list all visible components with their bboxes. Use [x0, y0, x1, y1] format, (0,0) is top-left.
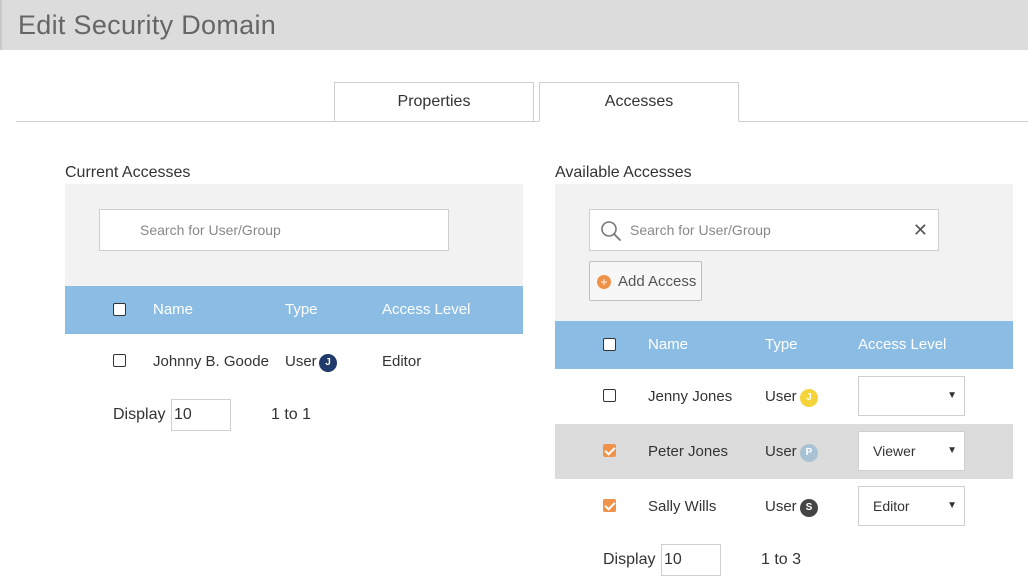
- table-row: Jenny Jones User J ▼: [555, 369, 1013, 424]
- available-col-access-level: Access Level: [858, 336, 947, 353]
- user-avatar-badge: P: [800, 444, 818, 462]
- row-type: User: [765, 498, 797, 515]
- available-search-box: ✕: [589, 209, 939, 251]
- dropdown-arrow-icon: ▼: [947, 445, 957, 456]
- available-range-text: 1 to 3: [761, 551, 802, 568]
- current-accesses-title: Current Accesses: [65, 164, 191, 181]
- current-col-name: Name: [153, 301, 194, 318]
- page-header: Edit Security Domain: [0, 0, 1028, 50]
- dropdown-arrow-icon: ▼: [947, 390, 957, 401]
- access-level-value: Editor: [873, 498, 910, 514]
- current-table-header: Name Type Access Level: [65, 286, 523, 334]
- available-display-label: Display: [603, 551, 656, 568]
- row-access-level: Editor: [382, 353, 422, 370]
- row-type: User: [765, 443, 797, 460]
- available-table-header: Name Type Access Level: [555, 321, 1013, 369]
- available-col-type: Type: [765, 336, 798, 353]
- access-level-select[interactable]: Editor ▼: [858, 486, 965, 526]
- current-search-input[interactable]: [140, 210, 321, 250]
- current-search-box: [99, 209, 449, 251]
- row-type: User: [765, 388, 797, 405]
- current-col-access-level: Access Level: [382, 301, 471, 318]
- add-access-button[interactable]: + Add Access: [589, 261, 702, 301]
- user-avatar-badge: J: [800, 389, 818, 407]
- available-accesses-title: Available Accesses: [555, 164, 692, 181]
- table-row: Sally Wills User S Editor ▼: [555, 479, 1013, 534]
- dropdown-arrow-icon: ▼: [947, 500, 957, 511]
- available-select-all-checkbox[interactable]: [603, 338, 616, 351]
- close-icon[interactable]: ✕: [913, 220, 928, 240]
- add-access-label: Add Access: [618, 272, 697, 290]
- row-checkbox[interactable]: [113, 354, 126, 367]
- row-checkbox[interactable]: [603, 444, 616, 457]
- access-level-value: Viewer: [873, 443, 916, 459]
- row-checkbox[interactable]: [603, 499, 616, 512]
- user-avatar-badge: S: [800, 499, 818, 517]
- page-title: Edit Security Domain: [18, 10, 277, 40]
- current-range-text: 1 to 1: [271, 406, 312, 423]
- current-col-type: Type: [285, 301, 318, 318]
- current-display-label: Display: [113, 406, 166, 423]
- row-name: Johnny B. Goode: [153, 353, 269, 370]
- plus-icon: +: [597, 275, 611, 289]
- available-page-size-input[interactable]: [661, 544, 721, 576]
- search-icon: [601, 221, 621, 241]
- access-level-select[interactable]: Viewer ▼: [858, 431, 965, 471]
- current-page-size-input[interactable]: [171, 399, 231, 431]
- current-select-all-checkbox[interactable]: [113, 303, 126, 316]
- row-name: Sally Wills: [648, 498, 717, 515]
- table-row: Johnny B. Goode User J Editor: [65, 334, 523, 389]
- tab-accesses[interactable]: Accesses: [539, 82, 739, 122]
- user-avatar-badge: J: [319, 354, 337, 372]
- row-name: Jenny Jones: [648, 388, 733, 405]
- row-name: Peter Jones: [648, 443, 729, 460]
- table-row: Peter Jones User P Viewer ▼: [555, 424, 1013, 479]
- access-level-select[interactable]: ▼: [858, 376, 965, 416]
- available-col-name: Name: [648, 336, 689, 353]
- tab-properties[interactable]: Properties: [334, 82, 534, 122]
- row-type: User: [285, 353, 317, 370]
- available-search-input[interactable]: [630, 210, 900, 250]
- row-checkbox[interactable]: [603, 389, 616, 402]
